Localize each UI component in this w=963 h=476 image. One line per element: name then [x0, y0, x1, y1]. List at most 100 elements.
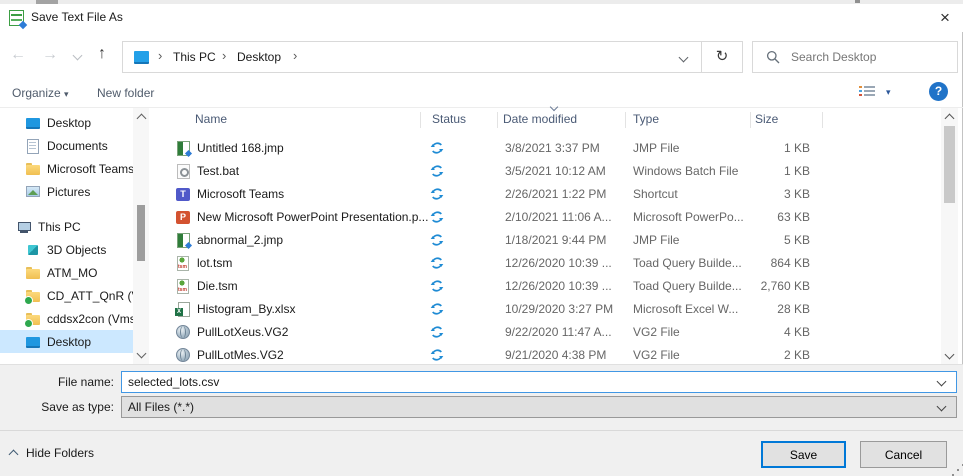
file-type: Shortcut: [633, 187, 678, 201]
sync-status-icon: [430, 210, 444, 224]
sidebar-item-cd-att-qnr-vm[interactable]: CD_ATT_QnR (VM: [0, 284, 133, 307]
column-header-date-modified[interactable]: Date modified: [503, 112, 577, 126]
scrollbar-thumb[interactable]: [944, 126, 955, 203]
file-status: [430, 141, 444, 158]
teams-file-icon: [175, 186, 191, 202]
back-icon[interactable]: ←: [10, 47, 26, 63]
new-folder-button[interactable]: New folder: [97, 86, 154, 100]
file-name-text: Die.tsm: [197, 279, 238, 293]
sidebar-item-atm-mo[interactable]: ATM_MO: [0, 261, 133, 284]
column-divider[interactable]: [822, 112, 823, 128]
file-date-modified: 9/22/2020 11:47 A...: [505, 325, 612, 339]
column-header-type[interactable]: Type: [633, 112, 659, 126]
file-row-test-bat[interactable]: Test.bat 3/5/2021 10:12 AMWindows Batch …: [158, 160, 940, 183]
forward-icon[interactable]: →: [42, 47, 58, 63]
file-date-modified: 2/10/2021 11:06 A...: [505, 210, 612, 224]
sidebar-item-this-pc[interactable]: This PC: [0, 215, 133, 238]
breadcrumb-separator[interactable]: ›: [222, 48, 226, 63]
sidebar-item-desktop[interactable]: Desktop: [0, 330, 133, 353]
refresh-icon: ↻: [716, 48, 729, 65]
save-text-file-icon: [9, 10, 24, 26]
sort-descending-icon: [550, 103, 558, 111]
address-dropdown-chevron-icon[interactable]: [679, 53, 689, 63]
sidebar-item-pictures[interactable]: Pictures: [0, 180, 133, 203]
up-icon[interactable]: ↑: [98, 46, 106, 62]
netfolder-icon: [25, 311, 41, 327]
sidebar-item-documents[interactable]: Documents: [0, 134, 133, 157]
jmp-file-icon: [175, 232, 191, 248]
jmp-file-icon: [175, 140, 191, 156]
file-name-text: PullLotMes.VG2: [197, 348, 284, 362]
save-as-type-select[interactable]: All Files (*.*): [121, 396, 957, 418]
hide-folders-button[interactable]: Hide Folders: [26, 446, 94, 460]
search-box[interactable]: [752, 41, 958, 73]
cancel-button[interactable]: Cancel: [860, 441, 947, 468]
folder-icon: [25, 161, 41, 177]
file-name-text: abnormal_2.jmp: [197, 233, 283, 247]
column-header-size[interactable]: Size: [755, 112, 778, 126]
sidebar-item-cddsx2con-vmsp[interactable]: cddsx2con (Vmsp: [0, 307, 133, 330]
file-name-input[interactable]: [121, 371, 957, 393]
save-button[interactable]: Save: [761, 441, 846, 468]
tsm-file-icon: [175, 278, 191, 294]
xlsx-file-icon: [175, 301, 191, 317]
breadcrumb-desktop[interactable]: Desktop: [237, 50, 281, 64]
search-input[interactable]: [789, 44, 951, 70]
sidebar-item-label: Desktop: [47, 116, 91, 130]
file-row-new-microsoft-powerpoint-presentation-p[interactable]: New Microsoft PowerPoint Presentation.p.…: [158, 206, 940, 229]
breadcrumb-separator[interactable]: ›: [293, 48, 297, 63]
sync-status-icon: [430, 256, 444, 270]
breadcrumb-this-pc[interactable]: This PC: [173, 50, 216, 64]
scroll-up-icon[interactable]: [137, 114, 147, 124]
sync-status-icon: [430, 187, 444, 201]
file-row-pulllotxeus-vg2[interactable]: PullLotXeus.VG2 9/22/2020 11:47 A...VG2 …: [158, 321, 940, 344]
resize-grip[interactable]: [957, 469, 959, 471]
cube-icon: [25, 242, 41, 258]
sidebar-item-label: cddsx2con (Vmsp: [47, 312, 142, 326]
organize-button[interactable]: Organize ▾: [12, 86, 69, 100]
file-row-histogram-by-xlsx[interactable]: Histogram_By.xlsx 10/29/2020 3:27 PMMicr…: [158, 298, 940, 321]
netfolder-icon: [25, 288, 41, 304]
file-status: [430, 233, 444, 250]
recent-locations-chevron-icon[interactable]: [73, 51, 83, 61]
scrollbar-thumb[interactable]: [137, 205, 145, 261]
help-icon[interactable]: ?: [929, 82, 948, 101]
address-bar[interactable]: › This PC › Desktop ›: [122, 41, 704, 73]
desktop-icon: [25, 334, 41, 350]
file-size: 1 KB: [716, 141, 810, 155]
column-divider[interactable]: [497, 112, 498, 128]
file-date-modified: 3/5/2021 10:12 AM: [505, 164, 606, 178]
footer-panel: File name: Save as type: All Files (*.*): [0, 364, 963, 430]
file-row-abnormal-2-jmp[interactable]: abnormal_2.jmp 1/18/2021 9:44 PMJMP File…: [158, 229, 940, 252]
refresh-button[interactable]: ↻: [701, 41, 743, 73]
file-row-microsoft-teams[interactable]: Microsoft Teams 2/26/2021 1:22 PMShortcu…: [158, 183, 940, 206]
file-row-untitled-168-jmp[interactable]: Untitled 168.jmp 3/8/2021 3:37 PMJMP Fil…: [158, 137, 940, 160]
column-divider[interactable]: [750, 112, 751, 128]
scroll-down-icon[interactable]: [945, 350, 955, 360]
column-header-name[interactable]: Name: [195, 112, 227, 126]
sidebar-scrollbar[interactable]: [133, 108, 149, 364]
sidebar-item-desktop[interactable]: Desktop: [0, 111, 133, 134]
file-row-die-tsm[interactable]: Die.tsm 12/26/2020 10:39 ...Toad Query B…: [158, 275, 940, 298]
file-date-modified: 10/29/2020 3:27 PM: [505, 302, 613, 316]
sidebar-item-3d-objects[interactable]: 3D Objects: [0, 238, 133, 261]
column-divider[interactable]: [420, 112, 421, 128]
file-type: JMP File: [633, 141, 679, 155]
scroll-down-icon[interactable]: [137, 349, 147, 359]
close-icon[interactable]: ×: [927, 4, 963, 32]
sync-status-icon: [430, 325, 444, 339]
views-icon[interactable]: [859, 86, 875, 98]
file-status: [430, 210, 444, 227]
title-bar: Save Text File As ×: [0, 4, 963, 32]
file-row-lot-tsm[interactable]: lot.tsm 12/26/2020 10:39 ...Toad Query B…: [158, 252, 940, 275]
column-divider[interactable]: [625, 112, 626, 128]
ppt-file-icon: [175, 209, 191, 225]
scroll-up-icon[interactable]: [945, 114, 955, 124]
hide-folders-chevron-icon[interactable]: [9, 450, 19, 460]
folder-icon: [25, 265, 41, 281]
breadcrumb-separator: ›: [158, 48, 162, 63]
column-header-status[interactable]: Status: [432, 112, 466, 126]
file-list-scrollbar[interactable]: [941, 108, 958, 364]
sidebar-item-microsoft-teams[interactable]: Microsoft Teams: [0, 157, 133, 180]
views-caret-icon[interactable]: ▾: [886, 87, 891, 98]
